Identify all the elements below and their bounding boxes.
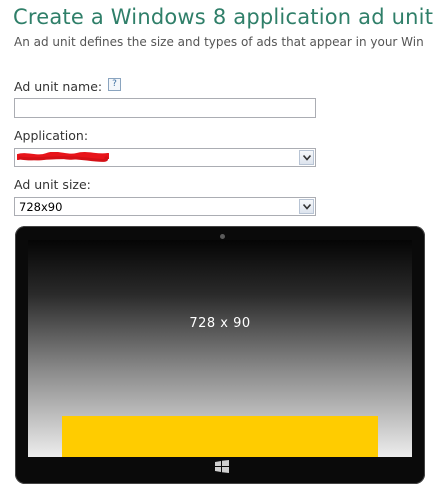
page-title: Create a Windows 8 application ad unit <box>13 5 434 29</box>
help-icon[interactable]: ? <box>108 78 121 91</box>
ad-unit-size-select[interactable]: 728x90 <box>14 197 316 216</box>
chevron-down-icon <box>303 155 311 161</box>
tablet-preview: 728 x 90 <box>15 226 425 484</box>
ad-size-label: 728 x 90 <box>189 316 251 331</box>
ad-unit-size-label: Ad unit size: <box>14 177 91 192</box>
ad-unit-size-dropdown-button[interactable] <box>299 199 314 214</box>
redacted-value <box>17 152 109 162</box>
application-label: Application: <box>14 128 89 143</box>
application-dropdown-button[interactable] <box>299 150 314 165</box>
ad-unit-name-input[interactable] <box>14 98 316 118</box>
camera-icon <box>220 234 225 239</box>
ad-banner-placeholder <box>62 416 378 457</box>
preview-screen: 728 x 90 <box>28 240 412 457</box>
ad-unit-name-label: Ad unit name: <box>14 79 103 94</box>
ad-unit-size-value: 728x90 <box>19 200 63 214</box>
windows-logo-icon <box>215 460 229 473</box>
application-select[interactable] <box>14 148 316 167</box>
chevron-down-icon <box>303 204 311 210</box>
page-subtitle: An ad unit defines the size and types of… <box>14 35 424 49</box>
